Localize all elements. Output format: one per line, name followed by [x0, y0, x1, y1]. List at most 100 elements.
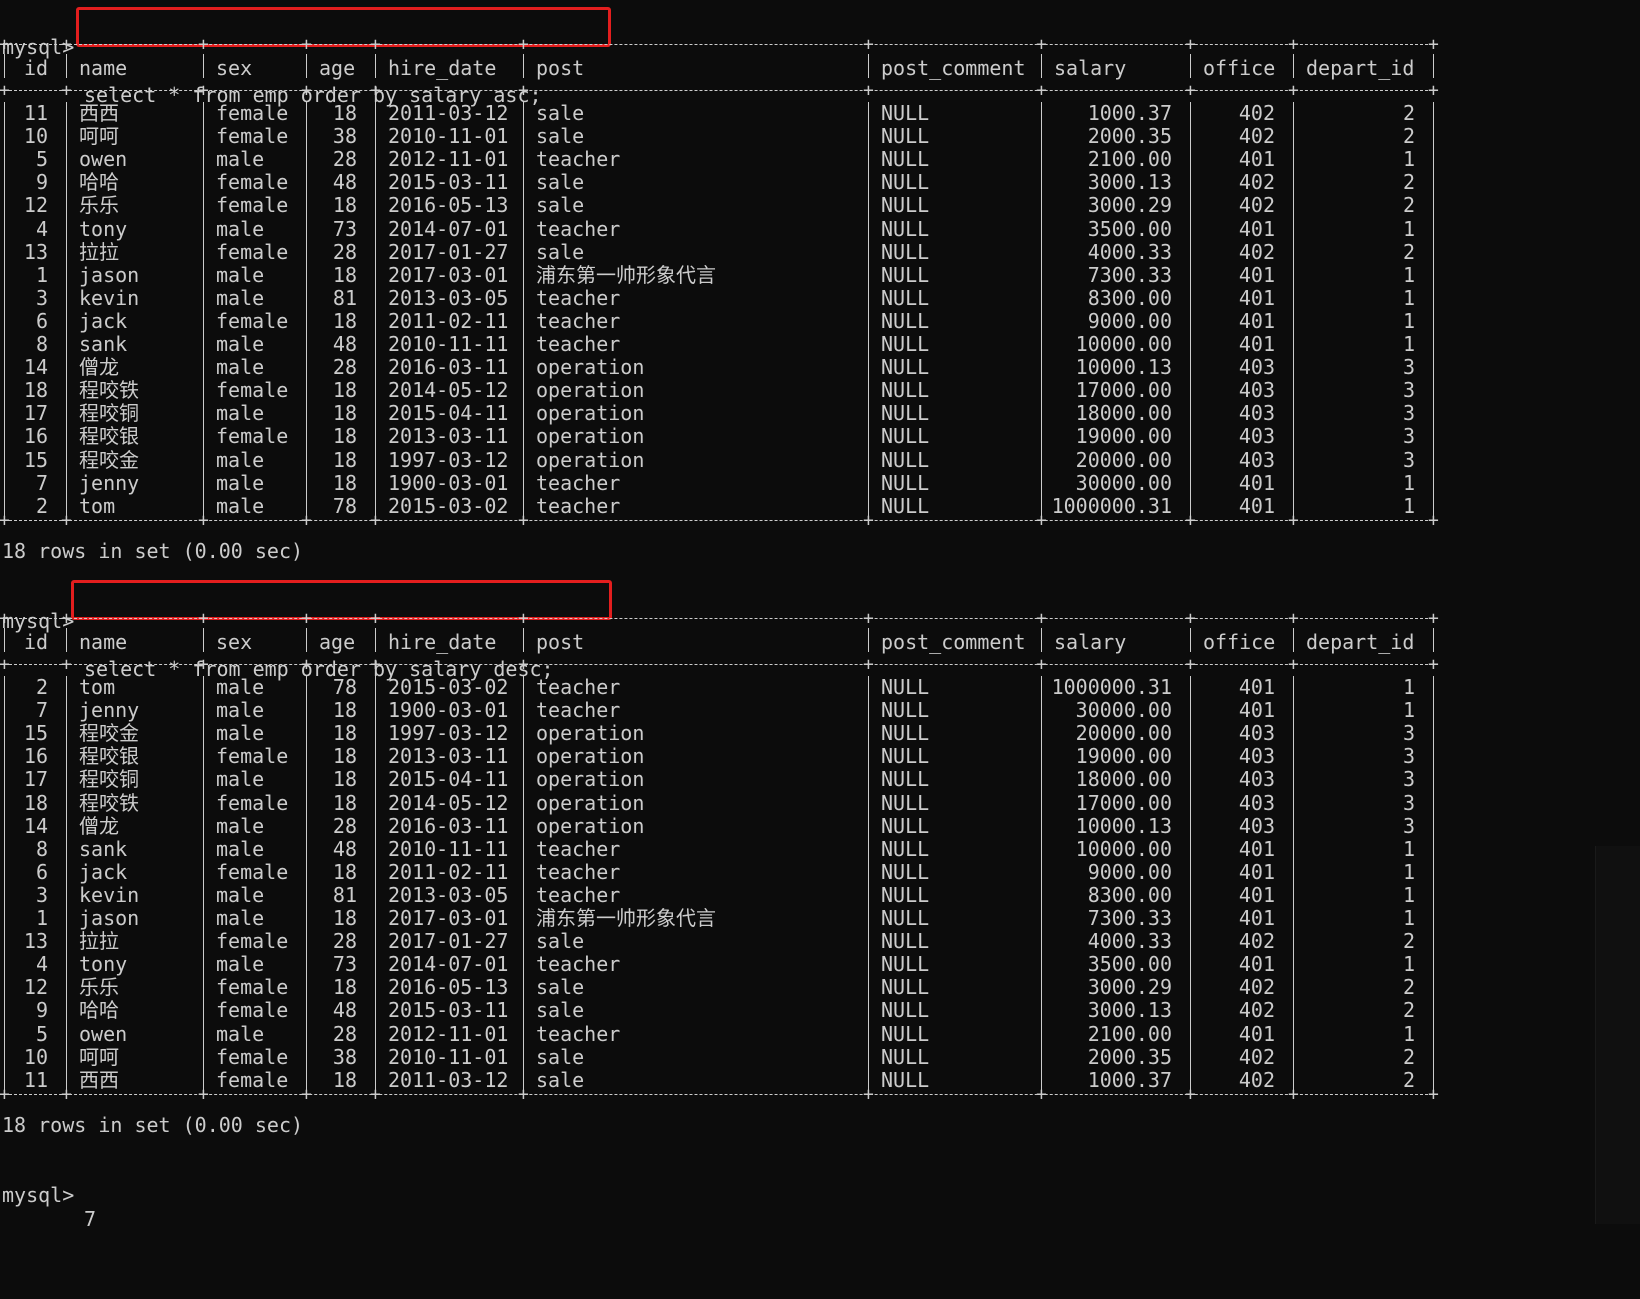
- table-cell-sex: female: [216, 1067, 289, 1092]
- table-cell-name: tony: [79, 952, 128, 977]
- table-cell-depart-id: 3: [1402, 813, 1415, 838]
- table-cell-office: 402: [1238, 239, 1275, 264]
- table-cell-post-comment: NULL: [881, 836, 930, 861]
- prompt-line-3[interactable]: mysql> 7: [0, 1159, 96, 1231]
- table-column-divider: [1041, 54, 1042, 78]
- table-cell-salary: 7300.33: [1087, 906, 1172, 930]
- table-cell-post: teacher: [536, 836, 621, 861]
- table-cell-hire-date: 2011-03-12: [388, 101, 509, 125]
- table-cell-post-comment: NULL: [881, 721, 930, 746]
- table-cell-salary: 10000.00: [1075, 836, 1172, 861]
- table-cell-post: operation: [536, 767, 645, 792]
- table-cell-id: 17: [23, 767, 48, 792]
- table-cell-hire-date: 2012-11-01: [388, 1021, 509, 1046]
- table-cell-office: 403: [1238, 447, 1275, 472]
- table-cell-hire-date: 2015-04-11: [388, 401, 509, 426]
- table-cell-name: jenny: [79, 698, 140, 723]
- table-row: 7 jenny male 18 1900-03-01 teacher NULL 30000.0…: [0, 698, 1440, 723]
- table-cell-salary: 19000.00: [1075, 424, 1172, 449]
- table-cell-post-comment: NULL: [881, 216, 930, 241]
- table-cell-sex: female: [216, 101, 289, 125]
- table-cell-post-comment: NULL: [881, 790, 930, 815]
- table-corner-glyph: +: [1288, 80, 1299, 101]
- table-cell-age: 18: [332, 401, 357, 426]
- table-cell-salary: 20000.00: [1075, 447, 1172, 472]
- table-cell-id: 1: [35, 906, 48, 930]
- table-cell-id: 15: [23, 447, 48, 472]
- table-cell-post: sale: [536, 170, 585, 195]
- table-cell-age: 28: [332, 1021, 357, 1046]
- table-cell-sex: female: [216, 193, 289, 218]
- table-cell-age: 18: [332, 101, 357, 125]
- table-cell-office: 401: [1238, 332, 1275, 356]
- table-cell-sex: female: [216, 308, 289, 333]
- table-row: 1 jason male 18 2017-03-01 浦东第一帅形象代言 NULL 7300.…: [0, 906, 1440, 930]
- table-cell-hire-date: 2010-11-11: [388, 836, 509, 861]
- table-corner-glyph: +: [0, 654, 10, 675]
- table-cell-office: 403: [1238, 744, 1275, 769]
- table-cell-post: operation: [536, 401, 645, 426]
- table-cell-post: sale: [536, 1044, 585, 1069]
- table-cell-id: 7: [35, 698, 48, 723]
- table-cell-hire-date: 2013-03-05: [388, 882, 509, 907]
- table-corner-glyph: +: [61, 654, 72, 675]
- table-cell-depart-id: 1: [1402, 698, 1415, 723]
- table-cell-name: 僧龙: [79, 813, 119, 838]
- table-cell-depart-id: 2: [1402, 1044, 1415, 1069]
- column-header-sex: sex: [216, 56, 253, 80]
- table-cell-sex: male: [216, 675, 265, 699]
- table-corner-glyph: +: [863, 654, 874, 675]
- table-cell-depart-id: 3: [1402, 424, 1415, 449]
- table-cell-depart-id: 3: [1402, 378, 1415, 403]
- table-cell-sex: male: [216, 332, 265, 356]
- table-cell-office: 403: [1238, 401, 1275, 426]
- table-column-divider: [1433, 628, 1434, 652]
- table-row: 4 tony male 73 2014-07-01 teacher NULL 3500.00 4…: [0, 952, 1440, 977]
- column-header-age: age: [319, 630, 356, 654]
- table-cell-sex: female: [216, 998, 289, 1023]
- table-cell-name: jack: [79, 859, 128, 884]
- table-cell-name: 西西: [79, 101, 119, 125]
- table-row: 3 kevin male 81 2013-03-05 teacher NULL 8300.00…: [0, 882, 1440, 907]
- table-cell-salary: 4000.33: [1087, 929, 1172, 954]
- table-cell-hire-date: 2011-03-12: [388, 1067, 509, 1092]
- table-cell-salary: 17000.00: [1075, 378, 1172, 403]
- table-cell-salary: 3500.00: [1087, 216, 1172, 241]
- table-cell-hire-date: 2013-03-11: [388, 744, 509, 769]
- table-cell-office: 401: [1238, 493, 1275, 518]
- table-cell-salary: 20000.00: [1075, 721, 1172, 746]
- table-cell-depart-id: 1: [1402, 1021, 1415, 1046]
- table-cell-depart-id: 2: [1402, 975, 1415, 1000]
- table-cell-sex: male: [216, 882, 265, 907]
- table-cell-id: 18: [23, 790, 48, 815]
- table-cell-hire-date: 2010-11-01: [388, 1044, 509, 1069]
- terminal-console[interactable]: mysql> select * from emp order by salary…: [0, 0, 1640, 1299]
- table-cell-id: 8: [35, 332, 48, 356]
- table-cell-salary: 3000.29: [1087, 975, 1172, 1000]
- table-cell-post: teacher: [536, 1021, 621, 1046]
- table-cell-age: 28: [332, 239, 357, 264]
- table-cell-office: 401: [1238, 262, 1275, 287]
- table-cell-office: 401: [1238, 859, 1275, 884]
- table-cell-post-comment: NULL: [881, 813, 930, 838]
- table-cell-name: owen: [79, 1021, 128, 1046]
- table-cell-post-comment: NULL: [881, 698, 930, 723]
- table-cell-depart-id: 3: [1402, 767, 1415, 792]
- prompt-input[interactable]: 7: [84, 1207, 96, 1231]
- column-header-id: id: [24, 630, 49, 654]
- table-cell-hire-date: 2015-03-02: [388, 675, 509, 699]
- table-row: 15 程咬金 male 18 1997-03-12 operation NULL 20000.…: [0, 721, 1440, 746]
- table-corner-glyph: +: [61, 80, 72, 101]
- table-cell-office: 402: [1238, 975, 1275, 1000]
- table-cell-post: teacher: [536, 147, 621, 172]
- table-cell-post-comment: NULL: [881, 744, 930, 769]
- table-cell-hire-date: 1997-03-12: [388, 447, 509, 472]
- table-cell-office: 401: [1238, 836, 1275, 861]
- table-cell-salary: 18000.00: [1075, 767, 1172, 792]
- table-cell-post: teacher: [536, 332, 621, 356]
- table-cell-post-comment: NULL: [881, 285, 930, 310]
- table-cell-age: 28: [332, 355, 357, 380]
- table-corner-glyph: +: [198, 80, 209, 101]
- table-cell-post-comment: NULL: [881, 124, 930, 149]
- table-cell-id: 7: [35, 470, 48, 495]
